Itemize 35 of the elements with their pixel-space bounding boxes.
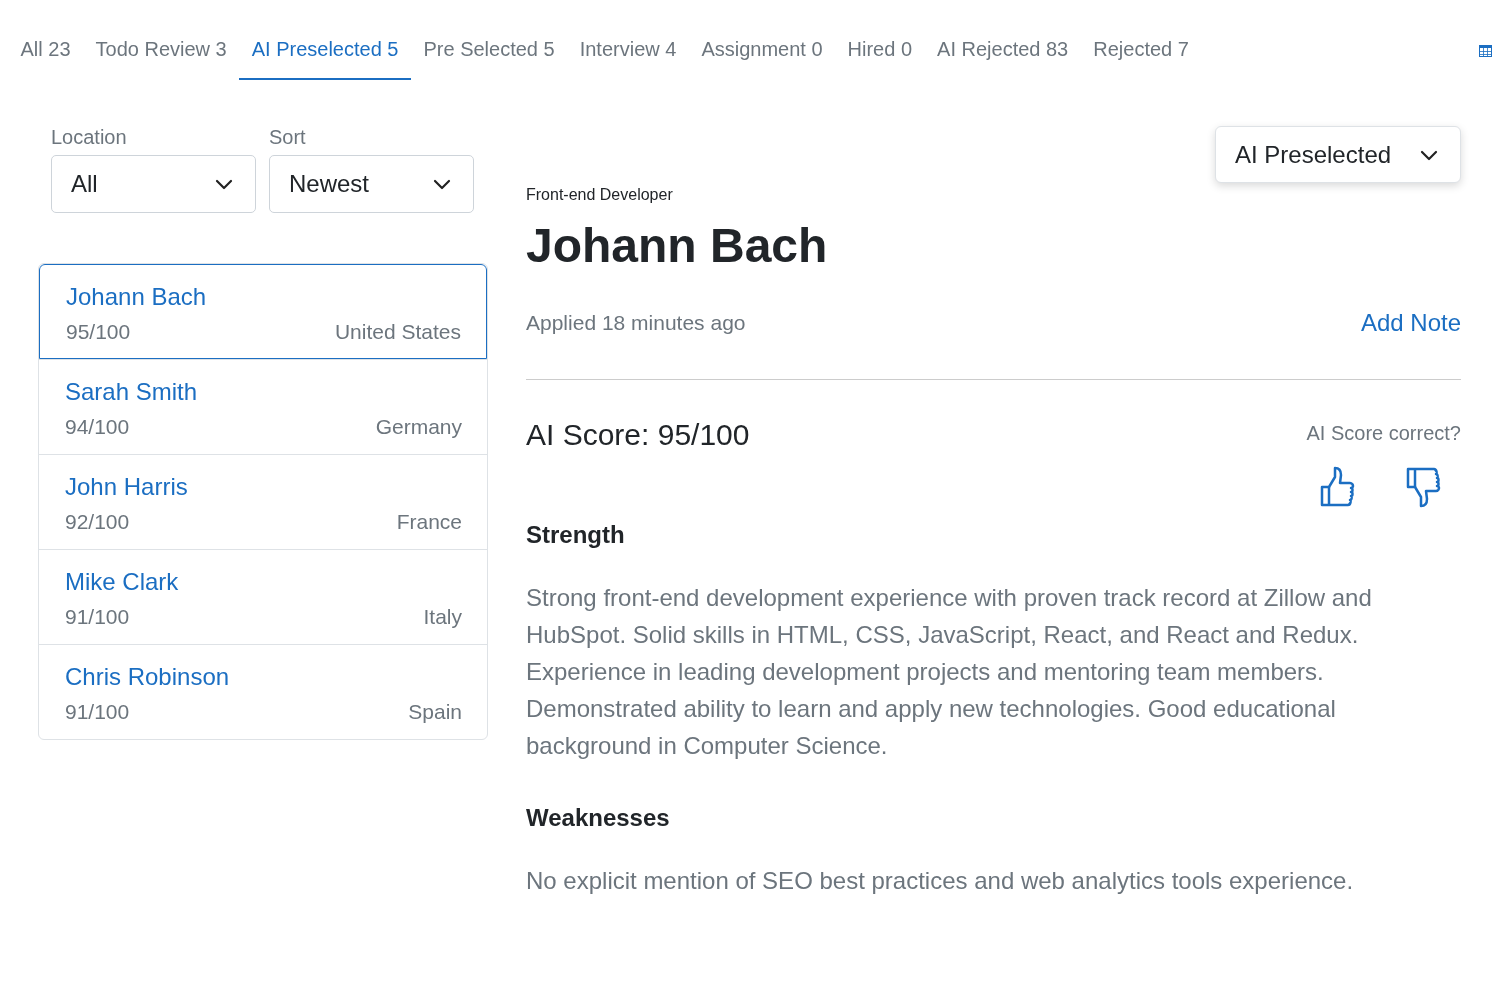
tab[interactable]: Assignment 0 (688, 20, 836, 80)
candidate-name: Johann Bach (526, 218, 829, 273)
dropdown[interactable]: Newest (269, 155, 474, 213)
section-heading: Weaknesses (526, 804, 671, 832)
add-note-link[interactable]: Add Note (1360, 309, 1461, 337)
ai-score: AI Score: 95/100 (526, 418, 750, 453)
section-text: Strong front-end development experience with proven track record at Zillow and HubSpot. Solid skills in HTML, CSS, JavaScript, React, and React and Redux. Experience in leading development projects and mentoring team members. Demonstrated ability to learn and apply new technologies. Good educational background in Computer Science. (526, 583, 1373, 761)
filter-label: Location (51, 126, 128, 149)
tab[interactable]: Rejected 7 (1080, 20, 1202, 80)
tab[interactable]: AI Rejected 83 (924, 20, 1081, 80)
filter-label: Sort (269, 126, 307, 149)
section-heading: Strength (526, 521, 626, 549)
thumbs-down-icon[interactable] (1405, 465, 1441, 509)
feedback-question: AI Score correct? (1306, 422, 1461, 445)
status-dropdown[interactable]: AI Preselected (1215, 126, 1461, 183)
job-title: Front-end Developer (526, 186, 674, 204)
chevron-down-icon (433, 178, 451, 190)
candidate-item[interactable]: Johann Bach 95/100 United States (39, 264, 487, 359)
dropdown[interactable]: All (51, 155, 256, 213)
chevron-down-icon (215, 178, 233, 190)
candidate-item[interactable]: John Harris 92/100 France (39, 454, 487, 549)
candidate-item[interactable]: Sarah Smith 94/100 Germany (39, 359, 487, 454)
tab[interactable]: Pre Selected 5 (410, 20, 568, 80)
chevron-down-icon (1420, 148, 1438, 161)
tab[interactable]: Hired 0 (835, 20, 925, 80)
thumbs-up-icon[interactable] (1319, 465, 1355, 509)
tab[interactable]: Todo Review 3 (83, 20, 240, 80)
table-icon[interactable] (1479, 45, 1492, 57)
section-text: No explicit mention of SEO best practices and web analytics tools experience. (526, 866, 1355, 896)
candidate-item[interactable]: Chris Robinson 91/100 Spain (39, 644, 487, 739)
applied-time: Applied 18 minutes ago (526, 311, 746, 335)
candidate-item[interactable]: Mike Clark 91/100 Italy (39, 549, 487, 644)
tab[interactable]: All 23 (8, 20, 84, 80)
tab[interactable]: AI Preselected 5 (239, 20, 411, 80)
tab[interactable]: Interview 4 (567, 20, 689, 80)
